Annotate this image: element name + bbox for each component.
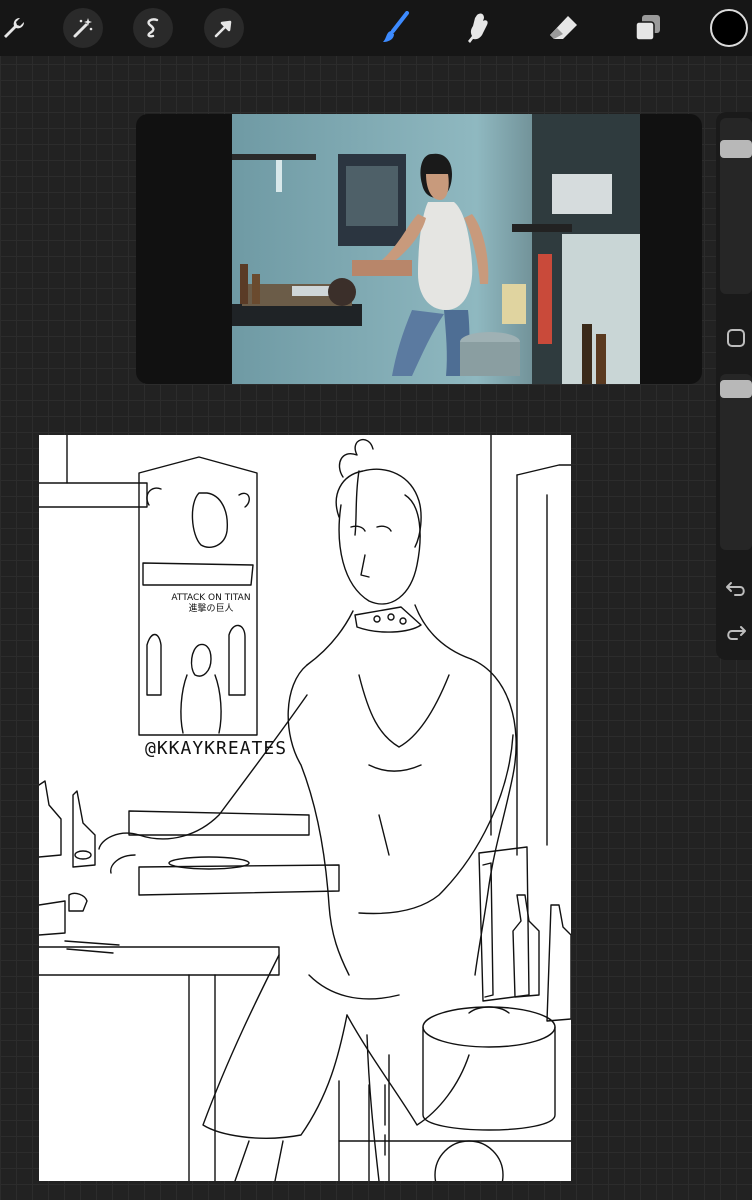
color-swatch[interactable] <box>710 9 748 47</box>
layers-icon[interactable] <box>628 8 668 48</box>
top-toolbar <box>0 0 752 56</box>
redo-icon[interactable] <box>724 620 748 644</box>
undo-icon[interactable] <box>724 576 748 600</box>
poster-text: ATTACK ON TITAN 進撃の巨人 <box>171 593 251 614</box>
watermark-text: @KKAYKREATES <box>145 738 288 759</box>
drawing-canvas[interactable]: ATTACK ON TITAN 進撃の巨人 @KKAYKREATES <box>39 435 571 1181</box>
brush-icon[interactable] <box>375 8 415 48</box>
opacity-thumb[interactable] <box>720 380 752 398</box>
brush-size-slider[interactable] <box>720 118 752 294</box>
wrench-icon[interactable] <box>0 8 34 48</box>
reference-window[interactable] <box>136 114 702 384</box>
transform-arrow-icon[interactable] <box>204 8 244 48</box>
procreate-app: ATTACK ON TITAN 進撃の巨人 @KKAYKREATES <box>0 0 752 1200</box>
smudge-icon[interactable] <box>460 8 500 48</box>
brush-size-thumb[interactable] <box>720 140 752 158</box>
line-art-drawing <box>39 435 571 1181</box>
selection-icon[interactable] <box>133 8 173 48</box>
eraser-icon[interactable] <box>544 8 584 48</box>
magic-wand-icon[interactable] <box>63 8 103 48</box>
reference-photo <box>232 114 640 384</box>
modify-button-icon[interactable] <box>724 326 748 350</box>
right-sidebar <box>716 112 752 660</box>
opacity-slider[interactable] <box>720 374 752 550</box>
